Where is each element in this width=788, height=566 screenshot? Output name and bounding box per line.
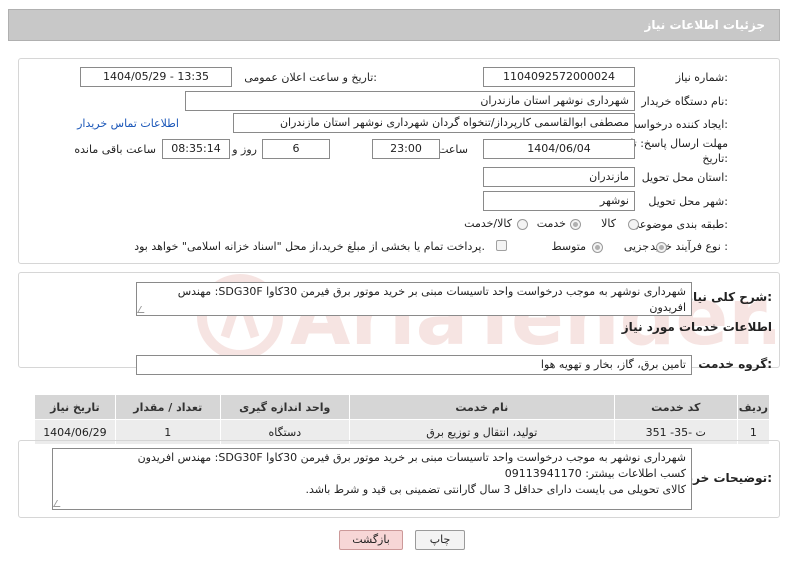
col-service-code: کد خدمت	[613, 394, 738, 420]
days-label: روز و	[232, 143, 257, 156]
process-radio-minor[interactable]	[656, 242, 667, 253]
deadline-time-field: 23:00	[372, 139, 440, 159]
category-option-goods: کالا	[601, 217, 616, 230]
col-row-number: ردیف	[736, 394, 771, 420]
description-textarea[interactable]: شهرداری نوشهر به موجب درخواست واحد تاسیس…	[136, 282, 692, 316]
process-option-medium: متوسط	[551, 240, 586, 253]
resize-grip-icon[interactable]	[137, 306, 149, 313]
creator-label: ایجاد کننده درخواست:	[626, 118, 728, 131]
buyer-notes-textarea[interactable]: شهرداری نوشهر به موجب درخواست واحد تاسیس…	[52, 448, 692, 510]
deadline-label-line2: تاریخ:	[702, 152, 728, 165]
info-panel	[18, 58, 780, 264]
category-label: طبقه بندی موضوعی:	[630, 218, 728, 231]
need-number-label: شماره نیاز:	[675, 71, 728, 84]
back-button[interactable]: بازگشت	[339, 530, 403, 550]
table-header-row: ردیف کد خدمت نام خدمت واحد اندازه گیری ت…	[34, 394, 771, 420]
buyer-notes-line-1: شهرداری نوشهر به موجب درخواست واحد تاسیس…	[137, 451, 686, 464]
col-service-name: نام خدمت	[348, 394, 615, 420]
city-label: شهر محل تحویل:	[648, 195, 728, 208]
page-title: جزئیات اطلاعات نیاز	[644, 18, 765, 32]
category-radio-goods[interactable]	[628, 219, 639, 230]
province-label: استان محل تحویل:	[641, 171, 728, 184]
need-number-field: 1104092572000024	[483, 67, 635, 87]
col-unit: واحد اندازه گیری	[219, 394, 350, 420]
service-group-label: گروه خدمت:	[698, 357, 772, 371]
remaining-time-field: 08:35:14	[162, 139, 230, 159]
description-label: شرح کلی نیاز:	[686, 290, 772, 304]
category-option-service: خدمت	[536, 217, 566, 230]
buyer-notes-line-2: کسب اطلاعات بیشتر: 09113941170	[504, 467, 686, 480]
buyer-org-label: نام دستگاه خریدار:	[641, 95, 728, 108]
print-button[interactable]: چاپ	[415, 530, 465, 550]
services-section-title: اطلاعات خدمات مورد نیاز	[621, 320, 772, 334]
page-header: جزئیات اطلاعات نیاز	[8, 9, 780, 41]
buyer-org-field: شهرداری نوشهر استان مازندران	[185, 91, 635, 111]
city-field: نوشهر	[483, 191, 635, 211]
deadline-date-field: 1404/06/04	[483, 139, 635, 159]
buyer-contact-link[interactable]: اطلاعات تماس خریدار	[77, 117, 179, 130]
col-need-date: تاریخ نیاز	[34, 394, 116, 420]
remaining-time-label: ساعت باقی مانده	[74, 143, 156, 156]
col-quantity: تعداد / مقدار	[114, 394, 221, 420]
process-radio-medium[interactable]	[592, 242, 603, 253]
service-group-field: تامین برق، گاز، بخار و تهویه هوا	[136, 355, 692, 375]
process-option-minor: جزیی	[623, 240, 649, 253]
category-radio-service[interactable]	[570, 219, 581, 230]
creator-field: مصطفی ابوالقاسمی کارپرداز/تنخواه گردان ش…	[233, 113, 635, 133]
category-option-goods-service: کالا/خدمت	[464, 217, 512, 230]
resize-grip-icon[interactable]	[53, 500, 65, 507]
deadline-time-label: ساعت	[438, 143, 468, 156]
announce-datetime-field: 1404/05/29 - 13:35	[80, 67, 232, 87]
services-table: ردیف کد خدمت نام خدمت واحد اندازه گیری ت…	[34, 394, 771, 445]
treasury-payment-note: پرداخت تمام یا بخشی از مبلغ خرید،از محل …	[134, 240, 485, 253]
announce-datetime-label: تاریخ و ساعت اعلان عمومی:	[244, 71, 377, 84]
province-field: مازندران	[483, 167, 635, 187]
days-remaining-field: 6	[262, 139, 330, 159]
category-radio-goods-service[interactable]	[517, 219, 528, 230]
description-text: شهرداری نوشهر به موجب درخواست واحد تاسیس…	[177, 285, 686, 314]
buyer-notes-line-3: کالای تحویلی می بایست دارای حداقل 3 سال …	[305, 483, 686, 496]
deadline-label-line1: مهلت ارسال پاسخ: تا	[630, 137, 728, 150]
treasury-payment-checkbox[interactable]	[496, 240, 507, 251]
